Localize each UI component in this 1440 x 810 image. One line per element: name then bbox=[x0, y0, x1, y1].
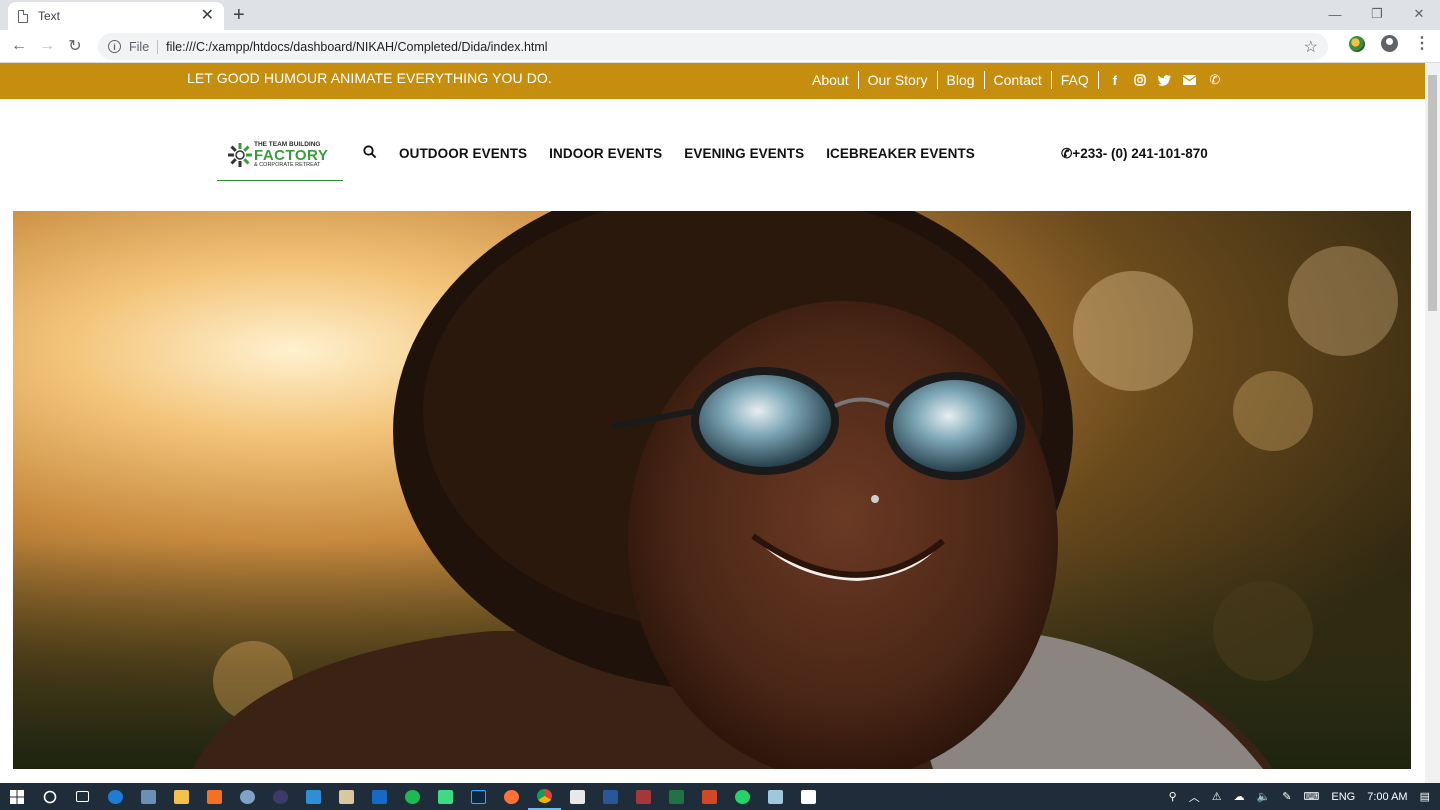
site-header: THE TEAM BUILDING FACTORY & CORPORATE RE… bbox=[0, 99, 1425, 211]
database-tool-icon[interactable] bbox=[231, 783, 264, 810]
site-logo[interactable]: THE TEAM BUILDING FACTORY & CORPORATE RE… bbox=[217, 139, 343, 181]
language-indicator[interactable]: ENG bbox=[1331, 791, 1355, 803]
window-controls: — ❐ ✕ bbox=[1314, 0, 1440, 30]
windows-start-icon[interactable] bbox=[0, 783, 33, 810]
extension-icon[interactable] bbox=[1349, 35, 1365, 52]
access-icon[interactable] bbox=[627, 783, 660, 810]
close-window-button[interactable]: ✕ bbox=[1398, 0, 1440, 28]
powerpoint-icon[interactable] bbox=[693, 783, 726, 810]
search-icon[interactable] bbox=[363, 145, 379, 161]
nav-evening-events[interactable]: EVENING EVENTS bbox=[684, 146, 804, 161]
toolbar-actions: ⋮ bbox=[1349, 35, 1430, 52]
document-icon bbox=[18, 9, 28, 23]
logo-line-3: & CORPORATE RETREAT bbox=[254, 162, 321, 168]
windows-taskbar: ⚲ ︿ ⚠ ☁ 🔈 ✎ ⌨ ENG 7:00 AM ▤ bbox=[0, 783, 1440, 810]
hero-image bbox=[13, 211, 1411, 769]
task-view-icon[interactable] bbox=[66, 783, 99, 810]
remote-desktop-icon[interactable] bbox=[132, 783, 165, 810]
envelope-icon[interactable] bbox=[1183, 73, 1197, 87]
clock[interactable]: 7:00 AM bbox=[1367, 791, 1407, 803]
back-button[interactable]: ← bbox=[5, 32, 33, 60]
tray-chevron-icon[interactable]: ︿ bbox=[1189, 789, 1200, 805]
tab-title: Text bbox=[38, 9, 61, 23]
twitter-icon[interactable] bbox=[1158, 73, 1172, 87]
nav-icebreaker-events[interactable]: ICEBREAKER EVENTS bbox=[826, 146, 975, 161]
store-icon[interactable] bbox=[561, 783, 594, 810]
phone-icon[interactable]: ✆ bbox=[1208, 72, 1222, 87]
excel-icon[interactable] bbox=[660, 783, 693, 810]
header-phone[interactable]: ✆+233- (0) 241-101-870 bbox=[1061, 146, 1208, 162]
xampp-icon[interactable] bbox=[198, 783, 231, 810]
chrome-icon[interactable] bbox=[528, 783, 561, 810]
network-icon[interactable]: ⚠ bbox=[1212, 790, 1222, 803]
app-window-icon[interactable] bbox=[330, 783, 363, 810]
top-link-faq[interactable]: FAQ bbox=[1052, 71, 1099, 89]
photos-icon[interactable] bbox=[792, 783, 825, 810]
pen-icon[interactable]: ✎ bbox=[1282, 790, 1291, 803]
word-icon[interactable] bbox=[594, 783, 627, 810]
info-icon[interactable]: i bbox=[108, 40, 121, 53]
main-nav: OUTDOOR EVENTS INDOOR EVENTS EVENING EVE… bbox=[399, 146, 975, 161]
minimize-button[interactable]: — bbox=[1314, 0, 1356, 28]
browser-toolbar: ← → ↻ i File file:///C:/xampp/htdocs/das… bbox=[0, 30, 1440, 63]
top-link-our-story[interactable]: Our Story bbox=[859, 71, 938, 89]
top-link-about[interactable]: About bbox=[803, 71, 859, 89]
browser-menu-icon[interactable]: ⋮ bbox=[1414, 35, 1430, 52]
tagline: LET GOOD HUMOUR ANIMATE EVERYTHING YOU D… bbox=[187, 70, 552, 86]
page-scrollbar[interactable] bbox=[1425, 63, 1440, 783]
nav-indoor-events[interactable]: INDOOR EVENTS bbox=[549, 146, 662, 161]
url-text[interactable]: file:///C:/xampp/htdocs/dashboard/NIKAH/… bbox=[166, 40, 1304, 54]
address-bar[interactable]: i File file:///C:/xampp/htdocs/dashboard… bbox=[98, 33, 1328, 60]
browser-tab-strip: Text ✕ + — ❐ ✕ bbox=[0, 0, 1440, 30]
eclipse-icon[interactable] bbox=[264, 783, 297, 810]
system-tray: ⚲ ︿ ⚠ ☁ 🔈 ✎ ⌨ ENG 7:00 AM ▤ bbox=[1169, 783, 1440, 810]
spotify-icon[interactable] bbox=[396, 783, 429, 810]
profile-icon[interactable] bbox=[1381, 35, 1398, 52]
outlook-icon[interactable] bbox=[363, 783, 396, 810]
cortana-search-icon[interactable] bbox=[33, 783, 66, 810]
scrollbar-thumb[interactable] bbox=[1428, 75, 1437, 311]
nav-outdoor-events[interactable]: OUTDOOR EVENTS bbox=[399, 146, 527, 161]
file-explorer-icon[interactable] bbox=[165, 783, 198, 810]
vscode-icon[interactable] bbox=[297, 783, 330, 810]
top-link-contact[interactable]: Contact bbox=[985, 71, 1052, 89]
top-link-blog[interactable]: Blog bbox=[938, 71, 985, 89]
instagram-icon[interactable] bbox=[1133, 73, 1147, 87]
firefox-icon[interactable] bbox=[495, 783, 528, 810]
android-studio-icon[interactable] bbox=[429, 783, 462, 810]
top-bar: LET GOOD HUMOUR ANIMATE EVERYTHING YOU D… bbox=[0, 63, 1425, 99]
social-icons: f ✆ bbox=[1108, 72, 1222, 88]
keyboard-icon[interactable]: ⌨ bbox=[1304, 790, 1320, 803]
people-icon[interactable]: ⚲ bbox=[1169, 790, 1177, 803]
whatsapp-icon[interactable] bbox=[726, 783, 759, 810]
browser-tab[interactable]: Text ✕ bbox=[8, 2, 224, 30]
volume-icon[interactable]: 🔈 bbox=[1257, 790, 1271, 803]
edge-browser-icon[interactable] bbox=[99, 783, 132, 810]
restore-button[interactable]: ❐ bbox=[1356, 0, 1398, 28]
photoshop-icon[interactable] bbox=[462, 783, 495, 810]
gear-logo-icon bbox=[228, 143, 252, 167]
close-tab-icon[interactable]: ✕ bbox=[201, 8, 214, 24]
facebook-icon[interactable]: f bbox=[1108, 73, 1122, 88]
page-viewport: LET GOOD HUMOUR ANIMATE EVERYTHING YOU D… bbox=[0, 63, 1425, 783]
top-links: About Our Story Blog Contact FAQ f ✆ bbox=[803, 69, 1222, 91]
url-scheme-label: File bbox=[129, 39, 159, 54]
reload-button[interactable]: ↻ bbox=[61, 32, 89, 60]
new-tab-button[interactable]: + bbox=[233, 4, 245, 26]
notepad-icon[interactable] bbox=[759, 783, 792, 810]
hero-photo-illustration bbox=[13, 211, 1411, 769]
cloud-sync-icon[interactable]: ☁ bbox=[1234, 790, 1245, 803]
action-center-icon[interactable]: ▤ bbox=[1420, 790, 1430, 803]
bookmark-star-icon[interactable]: ☆ bbox=[1304, 37, 1318, 57]
forward-button[interactable]: → bbox=[33, 32, 61, 60]
